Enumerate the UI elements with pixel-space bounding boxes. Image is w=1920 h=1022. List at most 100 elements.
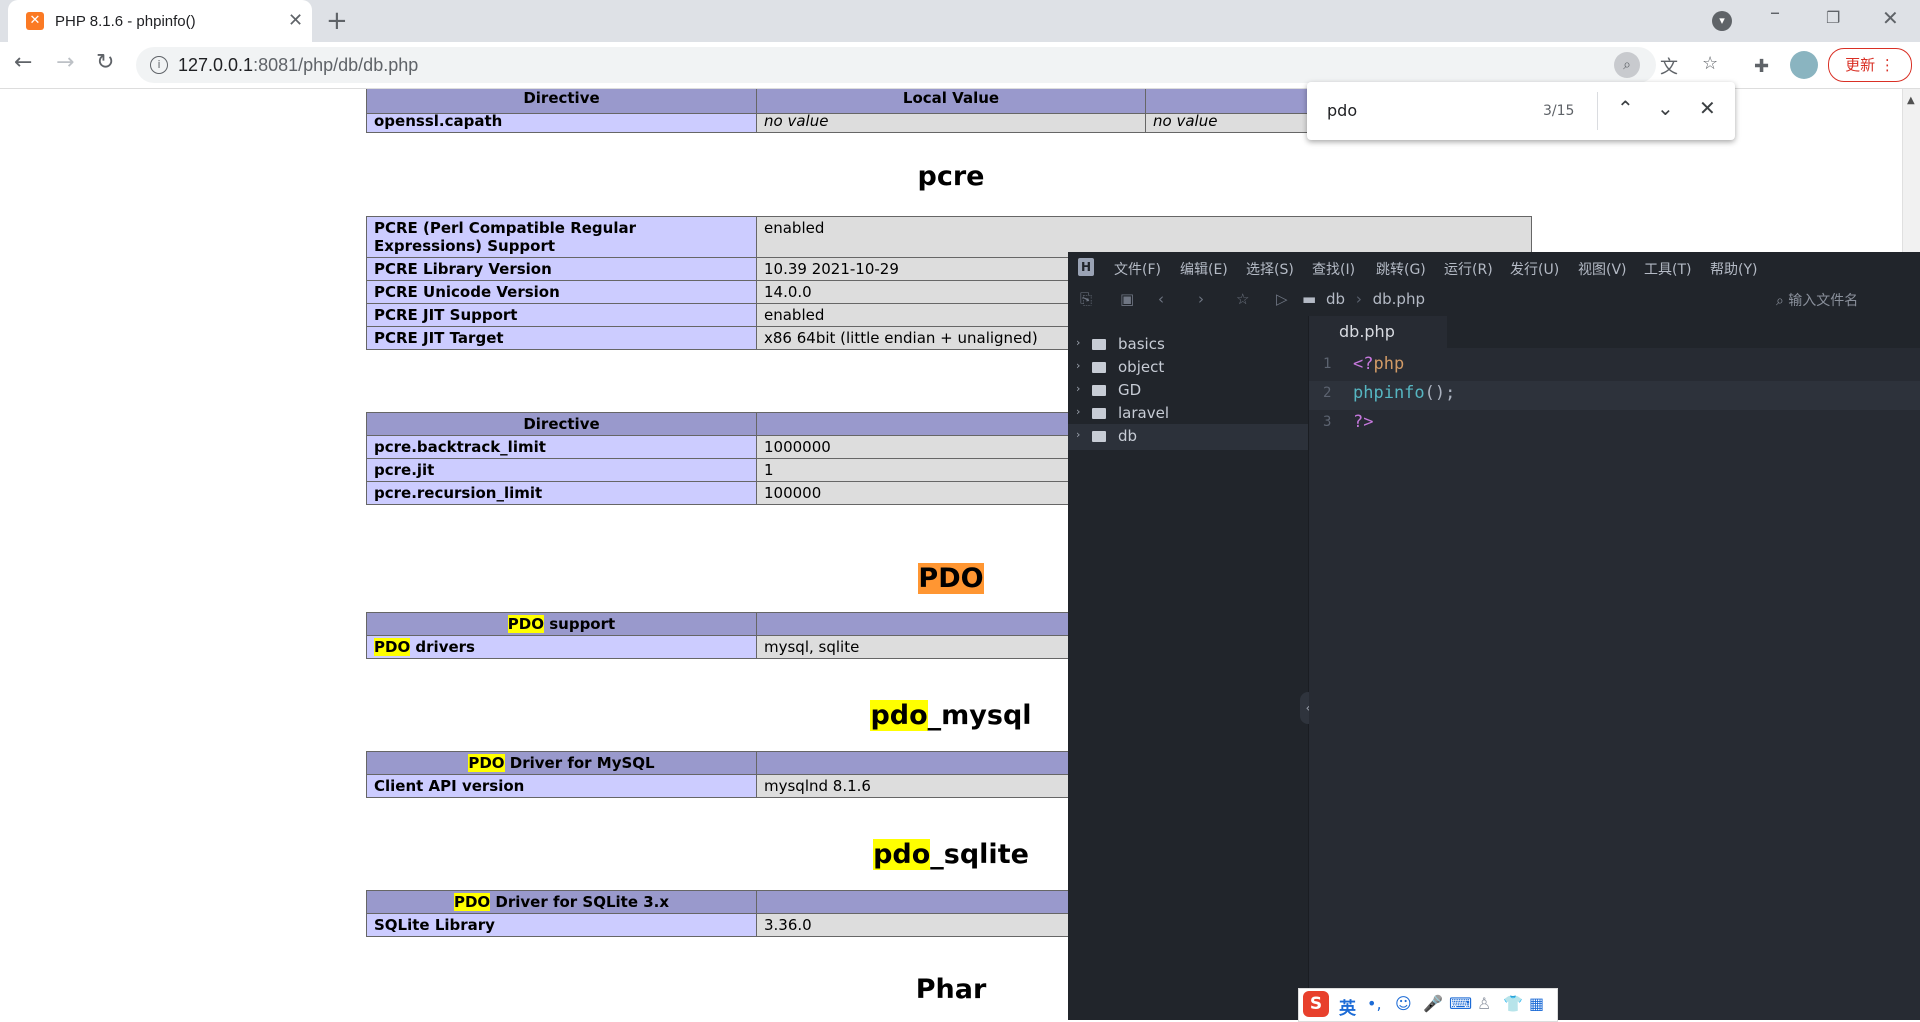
find-bar: pdo 3/15 ⌃ ⌄ ✕ (1307, 82, 1735, 140)
editor-menubar: H 文件(F) 编辑(E) 选择(S) 查找(I) 跳转(G) 运行(R) 发行… (1068, 252, 1920, 282)
find-match: PDO (453, 893, 491, 911)
directive-name: pcre.backtrack_limit (366, 435, 757, 459)
menu-find[interactable]: 查找(I) (1312, 259, 1355, 279)
info-name: PCRE JIT Support (366, 303, 757, 327)
back-button[interactable]: ← (14, 50, 32, 75)
folder-icon (1092, 408, 1106, 419)
directive-name: pcre.jit (366, 458, 757, 482)
window-restore-button[interactable]: ❐ (1826, 8, 1840, 27)
scroll-up-arrow-icon[interactable]: ▲ (1907, 95, 1915, 106)
folder-icon (1092, 362, 1106, 373)
table-header: Directive (366, 412, 757, 436)
local-value: no value (756, 113, 1146, 133)
tab-strip: ✕ PHP 8.1.6 - phpinfo() ✕ + ▾ – ❐ ✕ (0, 0, 1920, 42)
editor-tab-bar: db.php (1309, 316, 1920, 348)
breadcrumb-file[interactable]: db.php (1373, 290, 1425, 308)
file-search-input[interactable]: ⌕ 输入文件名 (1776, 290, 1858, 310)
tab-search-icon[interactable]: ▾ (1712, 11, 1732, 31)
xampp-favicon-icon: ✕ (26, 12, 44, 30)
info-name: SQLite Library (366, 913, 757, 937)
menu-edit[interactable]: 编辑(E) (1180, 259, 1228, 279)
code-line: 1 <?php (1323, 354, 1405, 374)
reload-button[interactable]: ↻ (96, 50, 114, 75)
window-minimize-button[interactable]: – (1770, 0, 1780, 24)
folder-icon (1092, 339, 1106, 350)
find-match: PDO (374, 638, 411, 656)
save-icon[interactable]: ▣ (1120, 290, 1134, 308)
folder-icon: ▬ (1302, 290, 1317, 308)
menu-goto[interactable]: 跳转(G) (1376, 259, 1426, 279)
folder-icon (1092, 431, 1106, 442)
new-tab-button[interactable]: + (326, 6, 348, 36)
table-header: PDO Driver for MySQL (366, 751, 757, 775)
tab-title: PHP 8.1.6 - phpinfo() (55, 13, 196, 30)
tree-folder-db[interactable]: › db (1068, 424, 1308, 450)
translate-icon[interactable]: 文 (1660, 53, 1678, 79)
find-match: PDO (507, 615, 544, 633)
forward-chevron-icon[interactable]: › (1198, 290, 1204, 308)
ime-emoji-icon[interactable]: ☺ (1395, 994, 1412, 1013)
table-header: Local Value (756, 89, 1146, 114)
section-title-pcre: pcre (917, 161, 985, 192)
breadcrumb: db › db.php (1326, 290, 1425, 308)
forward-button[interactable]: → (56, 50, 74, 75)
editor-toolbar: ⎘ ▣ ‹ › ☆ ▷ ▬ db › db.php ⌕ 输入文件名 (1068, 282, 1920, 317)
ime-user-icon[interactable]: ♙ (1477, 994, 1491, 1013)
browser-tab-active[interactable]: ✕ PHP 8.1.6 - phpinfo() ✕ (8, 0, 312, 42)
info-name: PCRE Library Version (366, 257, 757, 281)
table-header: Directive (366, 89, 757, 114)
find-close-icon[interactable]: ✕ (1699, 96, 1716, 120)
bookmark-star-icon[interactable]: ☆ (1702, 53, 1718, 74)
ime-microphone-icon[interactable]: 🎤 (1423, 994, 1443, 1013)
ime-punctuation-icon[interactable]: •, (1367, 994, 1382, 1013)
favorite-star-icon[interactable]: ☆ (1236, 290, 1249, 308)
chevron-right-icon: › (1076, 359, 1081, 372)
table-header: PDO support (366, 612, 757, 636)
hbuilder-logo-icon: H (1078, 258, 1094, 276)
find-match-current: PDO (918, 563, 984, 594)
menu-view[interactable]: 视图(V) (1578, 259, 1627, 279)
profile-avatar[interactable] (1790, 51, 1818, 79)
find-previous-chevron-up-icon[interactable]: ⌃ (1617, 96, 1634, 120)
url-text[interactable]: 127.0.0.1:8081/php/db/db.php (178, 55, 418, 76)
chevron-right-icon: › (1076, 382, 1081, 395)
find-match: PDO (468, 754, 505, 772)
code-line: 3 ?> (1323, 412, 1374, 432)
chevron-right-icon: › (1076, 428, 1081, 441)
find-match-count: 3/15 (1543, 103, 1575, 119)
back-chevron-icon[interactable]: ‹ (1158, 290, 1164, 308)
find-in-page-icon[interactable]: ⌕ (1614, 52, 1640, 78)
editor-tab-db-php[interactable]: db.php (1309, 316, 1447, 348)
breadcrumb-folder[interactable]: db (1326, 290, 1345, 308)
new-file-icon[interactable]: ⎘ (1080, 290, 1092, 308)
code-area[interactable]: 1 <?php 2 phpinfo(); 3 ?> (1309, 348, 1920, 1020)
project-tree: › basics › object › GD › laravel › db (1068, 316, 1309, 1020)
menu-publish[interactable]: 发行(U) (1510, 259, 1559, 279)
ime-language-toggle[interactable]: 英 (1339, 994, 1356, 1019)
run-icon[interactable]: ▷ (1276, 290, 1288, 308)
ime-skin-shirt-icon[interactable]: 👕 (1503, 994, 1523, 1013)
tab-close-icon[interactable]: ✕ (288, 10, 303, 31)
ime-keyboard-icon[interactable]: ⌨ (1449, 994, 1472, 1013)
code-line-current: 2 phpinfo(); (1309, 381, 1920, 410)
folder-icon (1092, 385, 1106, 396)
menu-file[interactable]: 文件(F) (1114, 259, 1161, 279)
site-info-icon[interactable]: i (150, 56, 168, 74)
info-name: PDO drivers (366, 635, 757, 659)
window-close-button[interactable]: ✕ (1882, 6, 1899, 30)
find-next-chevron-down-icon[interactable]: ⌄ (1657, 96, 1674, 120)
info-name: PCRE Unicode Version (366, 280, 757, 304)
address-bar[interactable]: i 127.0.0.1:8081/php/db/db.php ⌕ 文 ☆ (136, 47, 1718, 83)
update-button[interactable]: 更新 ⋮ (1828, 48, 1912, 82)
info-name: PCRE (Perl Compatible Regular Expression… (366, 216, 757, 258)
menu-tools[interactable]: 工具(T) (1644, 259, 1691, 279)
extensions-puzzle-icon[interactable]: ✚ (1754, 56, 1769, 77)
sogou-ime-logo-icon[interactable]: S (1303, 991, 1329, 1017)
info-name: PCRE JIT Target (366, 326, 757, 350)
directive-name: pcre.recursion_limit (366, 481, 757, 505)
menu-select[interactable]: 选择(S) (1246, 259, 1294, 279)
menu-run[interactable]: 运行(R) (1444, 259, 1493, 279)
ime-toolbox-grid-icon[interactable]: ▦ (1529, 994, 1544, 1013)
find-input[interactable]: pdo (1327, 101, 1357, 120)
menu-help[interactable]: 帮助(Y) (1710, 259, 1757, 279)
